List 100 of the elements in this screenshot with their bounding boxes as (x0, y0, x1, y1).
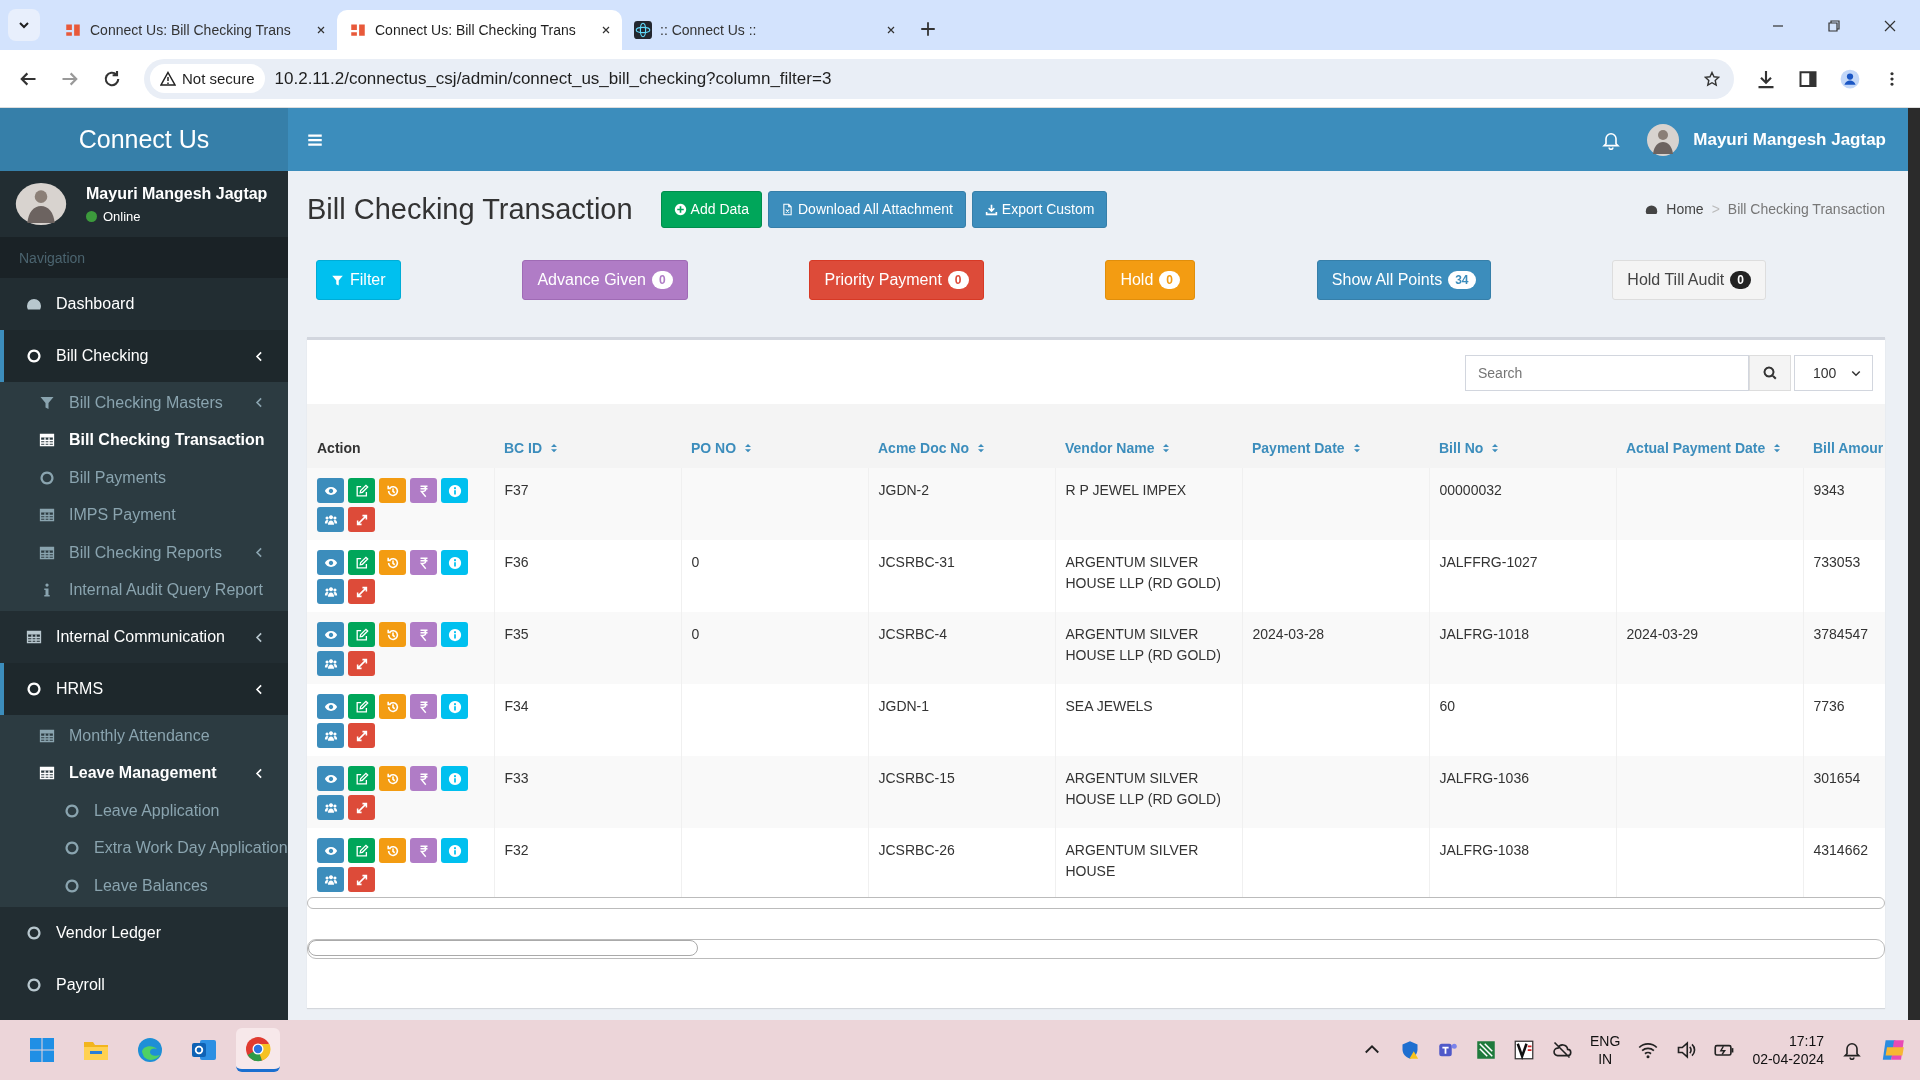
close-icon[interactable] (600, 24, 612, 36)
avatar[interactable] (1647, 123, 1680, 156)
action-button[interactable] (317, 795, 344, 820)
action-button[interactable] (379, 694, 406, 719)
language-indicator[interactable]: ENG IN (1590, 1032, 1621, 1068)
action-button[interactable] (379, 838, 406, 863)
brand-logo[interactable]: Connect Us (0, 108, 288, 171)
star-icon[interactable] (1704, 70, 1720, 87)
action-button[interactable] (348, 478, 375, 503)
column-header[interactable]: BC ID (494, 404, 681, 468)
action-button[interactable] (379, 766, 406, 791)
action-button[interactable] (410, 694, 437, 719)
page-size-select[interactable]: 100 (1794, 355, 1873, 391)
filter-button[interactable]: Hold Till Audit 0 (1612, 260, 1766, 300)
wifi-icon[interactable] (1638, 1040, 1659, 1060)
action-button[interactable] (379, 622, 406, 647)
sidebar-item[interactable]: Bill Checking Transaction (0, 421, 288, 459)
action-button[interactable] (348, 838, 375, 863)
sidebar-item[interactable]: Bill Checking (0, 330, 288, 382)
action-button[interactable] (348, 795, 375, 820)
column-header[interactable]: Actual Payment Date (1616, 404, 1803, 468)
action-button[interactable] (317, 838, 344, 863)
new-tab-icon[interactable] (919, 20, 937, 38)
action-button[interactable] (410, 622, 437, 647)
security-chip[interactable]: Not secure (150, 64, 265, 93)
action-button[interactable] (441, 478, 468, 503)
filter-button[interactable]: Show All Points 34 (1316, 260, 1491, 300)
sidebar-item[interactable]: Payroll (0, 958, 288, 1011)
action-button[interactable] (348, 507, 375, 532)
bell-icon[interactable] (1842, 1040, 1862, 1060)
action-button[interactable] (317, 766, 344, 791)
action-button[interactable] (317, 478, 344, 503)
action-button[interactable] (348, 723, 375, 748)
action-button[interactable] (317, 867, 344, 892)
action-button[interactable] (379, 550, 406, 575)
action-button[interactable] (441, 766, 468, 791)
action-button[interactable] (348, 766, 375, 791)
action-button[interactable] (317, 579, 344, 604)
browser-tab[interactable]: Connect Us: Bill Checking Trans (52, 10, 337, 50)
volume-icon[interactable] (1676, 1040, 1697, 1060)
action-button[interactable] (317, 723, 344, 748)
action-button[interactable] (348, 651, 375, 676)
close-icon[interactable] (885, 24, 897, 36)
column-header[interactable]: Vendor Name (1055, 404, 1242, 468)
action-button[interactable] (348, 694, 375, 719)
action-button[interactable] (379, 478, 406, 503)
export-button[interactable]: Export Custom (971, 190, 1108, 228)
spreadsheet-icon[interactable] (1476, 1040, 1497, 1060)
action-button[interactable] (410, 550, 437, 575)
sidebar-item[interactable]: Internal Communication (0, 611, 288, 663)
column-header[interactable]: PO NO (681, 404, 868, 468)
shield-icon[interactable] (1400, 1040, 1421, 1060)
scrollbar[interactable] (307, 939, 1885, 959)
column-header[interactable]: Acme Doc No (868, 404, 1055, 468)
sidebar-item[interactable]: Leave Management (0, 754, 288, 792)
search-field[interactable]: Search (1465, 355, 1749, 391)
app-icon[interactable] (1514, 1040, 1535, 1060)
filter-button[interactable]: Priority Payment 0 (809, 260, 984, 300)
action-button[interactable] (317, 507, 344, 532)
sidebar-item[interactable]: Bill Payments (0, 459, 288, 497)
add-button[interactable]: Add Data (660, 190, 762, 228)
sidebar-item[interactable]: IMPS Payment (0, 496, 288, 534)
clock[interactable]: 17:17 02-04-2024 (1752, 1032, 1824, 1068)
close-icon[interactable] (1882, 18, 1898, 34)
action-button[interactable] (441, 622, 468, 647)
sidebar-item[interactable]: HRMS (0, 663, 288, 715)
browser-tab[interactable]: :: Connect Us :: (622, 10, 907, 50)
sidebar-item[interactable]: Leave Balances (0, 867, 288, 905)
action-button[interactable] (317, 694, 344, 719)
action-button[interactable] (317, 651, 344, 676)
sidebar-item[interactable]: Bill Checking Masters (0, 384, 288, 422)
sidebar-item[interactable]: Vendor Ledger (0, 906, 288, 959)
sidebar-item[interactable]: Bill Checking Reports (0, 534, 288, 572)
action-button[interactable] (410, 838, 437, 863)
action-button[interactable] (410, 766, 437, 791)
action-button[interactable] (441, 694, 468, 719)
action-button[interactable] (441, 550, 468, 575)
sidebar-item[interactable]: Leave Application (0, 792, 288, 830)
cloud-off-icon[interactable] (1552, 1040, 1573, 1060)
search-button[interactable] (1749, 355, 1791, 391)
sidebar-item[interactable]: Monthly Attendance (0, 717, 288, 755)
action-button[interactable] (348, 622, 375, 647)
sidebar-item[interactable]: Internal Audit Query Report (0, 571, 288, 609)
address-bar[interactable]: Not secure 10.2.11.2/connectus_csj/admin/connect_us_bill_checking?column_filter=3 (144, 58, 1734, 99)
scrollbar[interactable] (1908, 108, 1920, 1020)
download-button[interactable]: Download All Attachment (768, 190, 966, 228)
tab-list-button[interactable] (8, 9, 40, 41)
close-icon[interactable] (315, 24, 327, 36)
action-button[interactable] (348, 867, 375, 892)
breadcrumb-item[interactable]: Home (1666, 201, 1704, 217)
sidebar-item[interactable]: Extra Work Day Application (0, 829, 288, 867)
action-button[interactable] (348, 550, 375, 575)
action-button[interactable] (441, 838, 468, 863)
action-button[interactable] (317, 550, 344, 575)
user-menu[interactable]: Mayuri Mangesh Jagtap (1693, 129, 1886, 150)
action-button[interactable] (410, 478, 437, 503)
action-button[interactable] (317, 622, 344, 647)
taskbar-app[interactable] (236, 1028, 280, 1072)
column-header[interactable]: Payment Date (1242, 404, 1429, 468)
action-button[interactable] (348, 579, 375, 604)
